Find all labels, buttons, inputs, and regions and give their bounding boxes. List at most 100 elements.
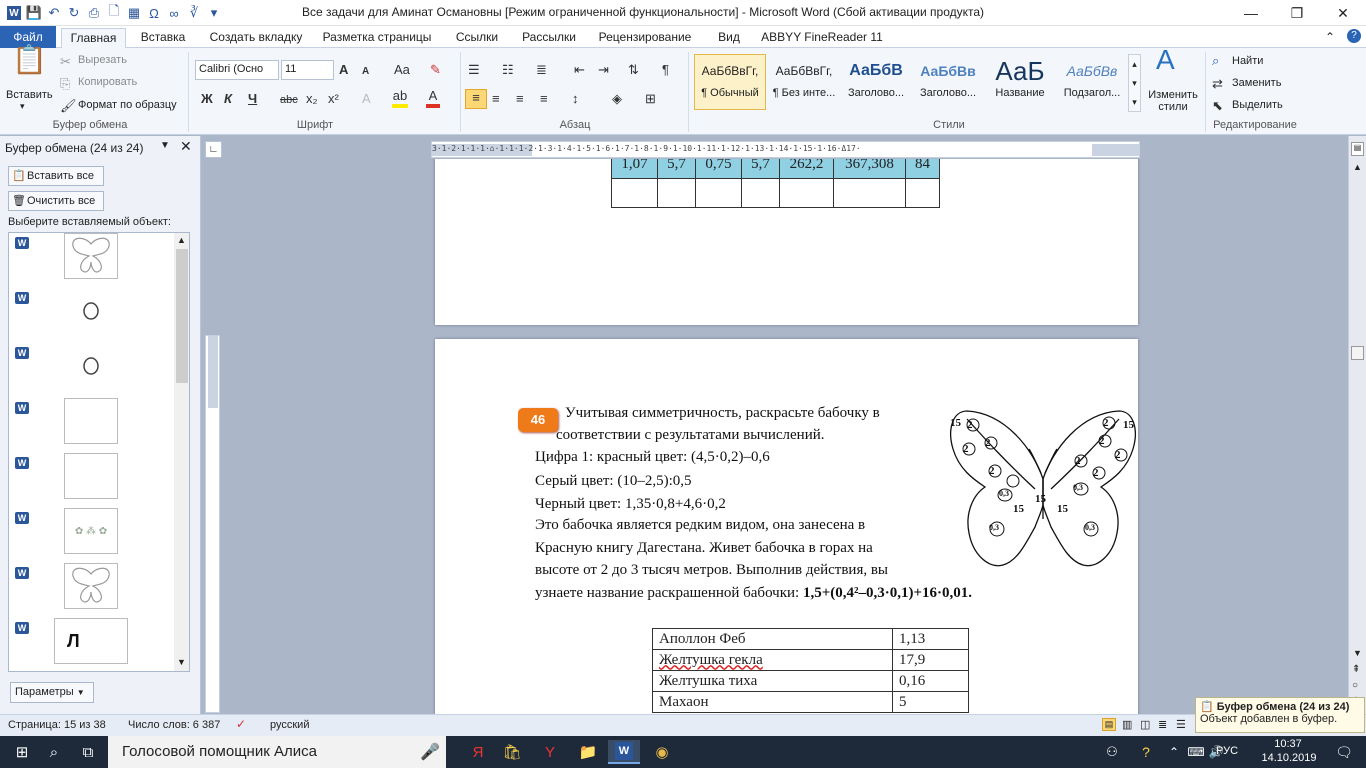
collapse-ribbon-icon[interactable]: ⌃ — [1325, 30, 1335, 44]
web-layout-icon[interactable]: ◫ — [1140, 718, 1150, 731]
help-icon[interactable]: ? — [1347, 29, 1361, 43]
task-view-icon[interactable]: ⧉ — [72, 740, 104, 764]
microphone-icon[interactable]: 🎤 — [420, 742, 440, 762]
clipboard-item[interactable]: W — [9, 563, 175, 618]
select-button[interactable]: Выделить — [1232, 99, 1283, 111]
clipboard-item[interactable]: W — [9, 288, 175, 343]
bullets-icon[interactable]: ☰ — [468, 62, 480, 78]
font-name-combo[interactable]: Calibri (Осно — [195, 60, 279, 80]
subscript-button[interactable]: x₂ — [306, 91, 318, 107]
pane-close-icon[interactable]: ✕ — [180, 138, 192, 155]
style-normal[interactable]: АаБбВвГг, ¶ Обычный — [694, 54, 766, 110]
vertical-ruler[interactable] — [205, 335, 220, 713]
sort-icon[interactable]: ⇅ — [628, 62, 639, 78]
scroll-thumb[interactable] — [1351, 346, 1364, 360]
italic-button[interactable]: К — [224, 91, 232, 107]
tab-layout[interactable]: Разметка страницы — [318, 28, 436, 48]
find-button[interactable]: Найти — [1232, 55, 1263, 67]
align-left-icon[interactable]: ≡ — [465, 89, 487, 109]
ruler-toggle-icon[interactable]: ▤ — [1351, 142, 1364, 156]
file-explorer-icon[interactable]: 📁 — [572, 740, 604, 764]
line-spacing-icon[interactable]: ↕ — [572, 91, 579, 107]
grow-font-icon[interactable]: A — [339, 62, 348, 78]
style-heading2[interactable]: АаБбВв Заголово... — [912, 54, 984, 110]
font-size-combo[interactable]: 11 — [281, 60, 334, 80]
notifications-icon[interactable]: 🗨 — [1328, 740, 1360, 764]
clipboard-item[interactable]: W — [9, 233, 175, 288]
clipboard-item[interactable]: W ✿ ⁂ ✿ — [9, 508, 175, 563]
align-center-icon[interactable]: ≡ — [492, 91, 500, 107]
shrink-font-icon[interactable]: A — [362, 64, 369, 80]
change-case-icon[interactable]: Aa — [394, 62, 410, 78]
yandex-browser-icon[interactable]: Y — [534, 740, 566, 764]
tab-insert[interactable]: Вставка — [136, 28, 190, 48]
windows-start-icon[interactable]: ⊞ — [6, 740, 38, 764]
clipboard-item[interactable]: W — [9, 343, 175, 398]
search-icon[interactable]: ⌕ — [38, 740, 70, 764]
style-title[interactable]: АаБ Название — [984, 54, 1056, 110]
tab-view[interactable]: Вид — [711, 28, 747, 48]
document-scrollbar[interactable]: ▤ ▲ ▼ ⇞ ○ ⇟ — [1348, 136, 1366, 714]
reading-view-icon[interactable]: ▥ — [1122, 718, 1132, 731]
scroll-down-icon[interactable]: ▼ — [177, 657, 186, 667]
format-painter-button[interactable]: Формат по образцу — [78, 99, 177, 111]
clipboard-item[interactable]: W — [9, 453, 175, 508]
paste-all-button[interactable]: 📋 Вставить все — [8, 166, 104, 186]
bold-button[interactable]: Ж — [201, 91, 213, 107]
clear-format-icon[interactable]: ✎ — [430, 62, 441, 78]
styles-scroll[interactable]: ▴ ▾ ▾ — [1128, 54, 1141, 112]
tab-references[interactable]: Ссылки — [448, 28, 506, 48]
scroll-up-icon[interactable]: ▲ — [1353, 162, 1362, 172]
decrease-indent-icon[interactable]: ⇤ — [574, 62, 585, 78]
draft-view-icon[interactable]: ☰ — [1176, 718, 1186, 731]
text-effects-icon[interactable]: A — [362, 91, 371, 107]
justify-icon[interactable]: ≡ — [540, 91, 548, 107]
paste-icon[interactable]: 📋 — [12, 46, 47, 88]
shading-icon[interactable]: ◈ — [612, 91, 622, 107]
clipboard-item[interactable]: W — [9, 398, 175, 453]
change-styles-button[interactable]: Изменить стили — [1146, 89, 1200, 113]
clipboard-scrollbar[interactable]: ▲ ▼ — [174, 233, 189, 671]
increase-indent-icon[interactable]: ⇥ — [598, 62, 609, 78]
tab-home[interactable]: Главная — [61, 28, 126, 49]
clipboard-notification[interactable]: 📋 Буфер обмена (24 из 24) Объект добавле… — [1195, 697, 1365, 733]
cut-button[interactable]: Вырезать — [78, 54, 127, 66]
tab-selector[interactable]: ∟ — [205, 141, 222, 158]
yandex-icon[interactable]: Я — [462, 740, 494, 764]
chrome-icon[interactable]: ◉ — [646, 740, 678, 764]
page-counter[interactable]: Страница: 15 из 38 — [8, 719, 106, 731]
underline-button[interactable]: Ч — [248, 91, 257, 107]
tab-abbyy[interactable]: ABBYY FineReader 11 — [760, 28, 884, 48]
minimize-button[interactable]: — — [1228, 0, 1274, 26]
horizontal-ruler[interactable]: 3·1·2·1·1·1·⌂·1·1·1·2·1·3·1·4·1·5·1·6·1·… — [431, 141, 1140, 158]
outline-view-icon[interactable]: ≣ — [1158, 718, 1167, 731]
tab-mailings[interactable]: Рассылки — [517, 28, 581, 48]
numbering-icon[interactable]: ☷ — [502, 62, 514, 78]
word-taskbar-icon[interactable]: W — [608, 740, 640, 764]
word-count[interactable]: Число слов: 6 387 — [128, 719, 220, 731]
superscript-button[interactable]: x² — [328, 91, 339, 107]
print-layout-icon[interactable]: ▤ — [1102, 718, 1116, 731]
clock-date[interactable]: 14.10.2019 — [1258, 752, 1320, 764]
clear-all-button[interactable]: 🗑 Очистить все — [8, 191, 104, 211]
align-right-icon[interactable]: ≡ — [516, 91, 524, 107]
browse-object-icon[interactable]: ○ — [1352, 680, 1358, 691]
voice-assistant-search[interactable]: Голосовой помощник Алиса 🎤 — [108, 736, 446, 768]
multilevel-list-icon[interactable]: ≣ — [536, 62, 547, 78]
people-icon[interactable]: ⚇ — [1096, 740, 1128, 764]
maximize-button[interactable]: ❐ — [1274, 0, 1320, 26]
replace-button[interactable]: Заменить — [1232, 77, 1281, 89]
style-subtitle[interactable]: АаБбВв Подзагол... — [1056, 54, 1128, 110]
language-indicator[interactable]: русский — [270, 719, 309, 731]
scroll-down-icon[interactable]: ▼ — [1353, 648, 1362, 658]
font-color-icon[interactable]: A — [426, 88, 440, 108]
store-icon[interactable]: 🛍 — [496, 740, 528, 764]
highlight-icon[interactable]: ab — [392, 88, 408, 108]
style-no-spacing[interactable]: АаБбВвГг, ¶ Без инте... — [768, 54, 840, 110]
scroll-up-icon[interactable]: ▲ — [177, 235, 186, 245]
close-button[interactable]: ✕ — [1320, 0, 1366, 26]
input-language[interactable]: РУС — [1216, 745, 1238, 757]
change-styles-icon[interactable]: A — [1156, 46, 1175, 74]
prev-page-icon[interactable]: ⇞ — [1352, 664, 1360, 675]
clipboard-item[interactable]: WЛ — [9, 618, 175, 671]
